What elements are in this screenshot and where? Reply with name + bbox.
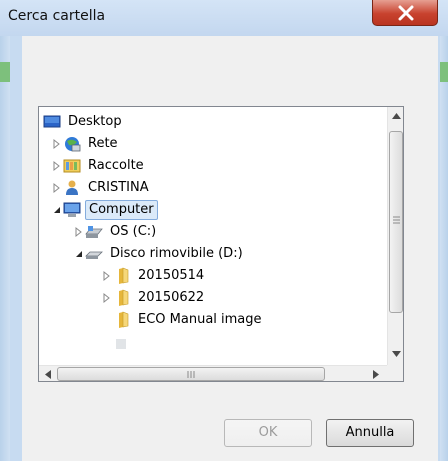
tree-item-partial: [113, 333, 135, 355]
tree-item-label: Disco rimovibile (D:): [110, 246, 243, 261]
scroll-right-arrow-icon[interactable]: [373, 370, 379, 379]
dialog-body: Desktop Rete Raccolte CRISTINA Computer …: [22, 36, 438, 461]
removable-drive-icon: [85, 243, 103, 265]
tree-item-computer[interactable]: Computer: [51, 199, 158, 221]
tree-item-rete[interactable]: Rete: [51, 133, 121, 155]
drive-icon: [85, 221, 103, 243]
tree-item-folder-20150514[interactable]: 20150514: [101, 265, 207, 287]
folder-icon: [113, 287, 131, 309]
expand-arrow-icon[interactable]: [101, 265, 113, 287]
title-bar[interactable]: Cerca cartella: [0, 0, 448, 36]
vertical-scrollbar[interactable]: [387, 107, 403, 365]
collapse-arrow-icon[interactable]: [73, 243, 85, 265]
tree-viewport: Desktop Rete Raccolte CRISTINA Computer …: [39, 107, 387, 365]
window-right-border: [440, 36, 448, 461]
scroll-up-arrow-icon[interactable]: [392, 113, 401, 119]
user-icon: [63, 177, 81, 199]
scroll-down-arrow-icon[interactable]: [392, 351, 401, 357]
horizontal-scrollbar[interactable]: [39, 365, 387, 381]
tree-item-label: Desktop: [68, 114, 122, 129]
cancel-button[interactable]: Annulla: [326, 419, 414, 447]
tree-item-cristina[interactable]: CRISTINA: [51, 177, 152, 199]
expand-arrow-icon[interactable]: [51, 177, 63, 199]
expand-arrow-icon[interactable]: [73, 221, 85, 243]
ok-button[interactable]: OK: [224, 419, 312, 447]
tree-item-label: 20150514: [138, 268, 205, 283]
dialog-window: Cerca cartella Desktop Rete Raccolte CRI…: [0, 0, 448, 461]
tree-item-label: 20150622: [138, 290, 205, 305]
folder-icon: [113, 309, 131, 331]
tree-item-label: Computer: [85, 200, 158, 220]
scroll-left-arrow-icon[interactable]: [45, 370, 51, 379]
network-icon: [63, 133, 81, 155]
generic-item-icon: [113, 333, 131, 355]
tree-item-folder-eco-manual-image[interactable]: ECO Manual image: [113, 309, 265, 331]
close-icon: [398, 5, 414, 21]
vertical-scroll-thumb[interactable]: [389, 131, 403, 313]
window-left-border: [0, 36, 10, 461]
scrollbar-corner: [387, 365, 403, 381]
folder-icon: [113, 265, 131, 287]
expand-arrow-icon[interactable]: [51, 133, 63, 155]
folder-tree[interactable]: Desktop Rete Raccolte CRISTINA Computer …: [38, 106, 404, 382]
libraries-icon: [63, 155, 81, 177]
horizontal-scroll-thumb[interactable]: [57, 367, 325, 381]
tree-item-removable-d[interactable]: Disco rimovibile (D:): [73, 243, 246, 265]
computer-icon: [63, 199, 81, 221]
tree-item-label: Raccolte: [88, 158, 144, 173]
tree-item-label: CRISTINA: [88, 180, 149, 195]
expand-arrow-icon[interactable]: [101, 287, 113, 309]
desktop-icon: [43, 111, 61, 133]
tree-item-label: Rete: [88, 136, 118, 151]
tree-item-raccolte[interactable]: Raccolte: [51, 155, 147, 177]
expand-arrow-icon[interactable]: [51, 155, 63, 177]
tree-item-label: OS (C:): [110, 224, 157, 239]
collapse-arrow-icon[interactable]: [51, 199, 63, 221]
close-button[interactable]: [372, 0, 438, 26]
tree-item-os-c[interactable]: OS (C:): [73, 221, 159, 243]
window-title: Cerca cartella: [8, 8, 106, 24]
tree-item-desktop[interactable]: Desktop: [43, 111, 125, 133]
tree-item-folder-20150622[interactable]: 20150622: [101, 287, 207, 309]
tree-item-label: ECO Manual image: [138, 312, 262, 327]
